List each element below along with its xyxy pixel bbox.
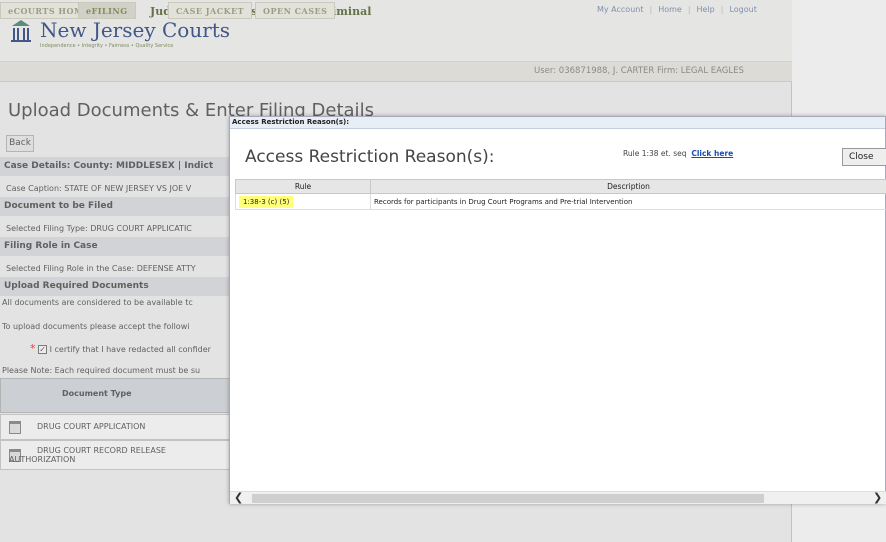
access-restriction-dialog: Access Restriction Reason(s): Access Res… xyxy=(229,116,886,504)
column-header-rule: Rule xyxy=(235,179,371,194)
column-header-description: Description xyxy=(370,179,886,194)
close-button[interactable]: Close xyxy=(842,148,886,166)
table-row: 1:38-3 (c) (5) Records for participants … xyxy=(235,193,886,210)
dialog-titlebar: Access Restriction Reason(s): xyxy=(230,117,885,129)
chevron-right-icon[interactable]: ❯ xyxy=(873,492,882,504)
chevron-left-icon[interactable]: ❮ xyxy=(234,492,243,504)
rule-cell: 1:38-3 (c) (5) xyxy=(235,193,371,210)
horizontal-scrollbar[interactable]: ❮ ❯ xyxy=(230,491,886,504)
rule-value: 1:38-3 (c) (5) xyxy=(239,195,294,208)
scrollbar-thumb[interactable] xyxy=(252,494,764,503)
click-here-link[interactable]: Click here xyxy=(691,149,733,158)
restriction-table: Rule Description 1:38-3 (c) (5) Records … xyxy=(235,179,886,210)
dialog-heading: Access Restriction Reason(s): xyxy=(245,147,495,167)
description-cell: Records for participants in Drug Court P… xyxy=(370,193,886,210)
rule-reference-text: Rule 1:38 et. seq xyxy=(623,149,687,158)
rule-reference: Rule 1:38 et. seq Click here xyxy=(623,149,733,158)
